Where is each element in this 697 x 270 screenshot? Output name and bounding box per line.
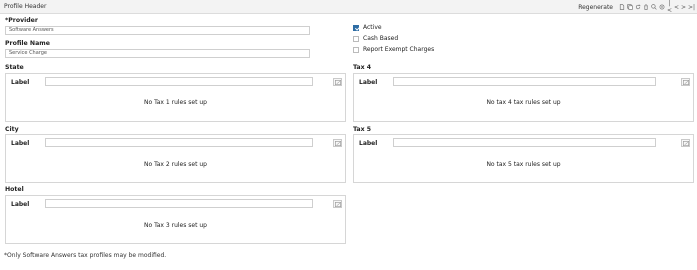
profile-header-bar: Profile Header Regenerate |< < > >| (0, 0, 697, 14)
active-checkbox-row[interactable]: Active (353, 24, 382, 31)
edit-icon[interactable] (681, 78, 690, 86)
active-checkbox[interactable] (353, 24, 359, 31)
tax5-empty-message: No tax 5 tax rules set up (486, 161, 561, 168)
last-record-button[interactable]: >| (688, 4, 695, 11)
hotel-label-caption: Label (11, 201, 30, 208)
state-section-title: State (5, 64, 24, 71)
report-exempt-label: Report Exempt Charges (363, 46, 435, 53)
hotel-empty-message: No Tax 3 rules set up (144, 222, 207, 229)
copy-icon[interactable] (627, 4, 633, 10)
city-empty-message: No Tax 2 rules set up (144, 161, 207, 168)
cash-based-checkbox[interactable] (353, 35, 359, 42)
active-label: Active (363, 24, 382, 31)
settings-icon[interactable] (659, 4, 665, 10)
prev-record-button[interactable]: < (674, 4, 679, 11)
city-tax-panel: Label No Tax 2 rules set up (5, 134, 346, 183)
tax4-tax-panel: Label No tax 4 tax rules set up (353, 73, 694, 122)
edit-icon[interactable] (681, 139, 690, 147)
tax5-tax-panel: Label No tax 5 tax rules set up (353, 134, 694, 183)
hotel-tax-panel: Label No Tax 3 rules set up (5, 195, 346, 244)
state-label-input[interactable] (45, 77, 313, 86)
profile-name-label: Profile Name (5, 40, 50, 47)
report-exempt-checkbox[interactable] (353, 46, 359, 53)
tax5-label-input[interactable] (393, 138, 656, 147)
header-toolbar: Regenerate |< < > >| (578, 0, 695, 14)
state-label-caption: Label (11, 79, 30, 86)
page-title: Profile Header (4, 3, 47, 10)
profile-name-field[interactable]: Service Charge (5, 49, 310, 58)
profile-header-page: Profile Header Regenerate |< < > >| *Pro… (0, 0, 697, 270)
tax4-empty-message: No tax 4 tax rules set up (486, 99, 561, 106)
city-section-title: City (5, 126, 19, 133)
search-icon[interactable] (651, 4, 657, 10)
footnote: *Only Software Answers tax profiles may … (4, 252, 167, 259)
first-record-button[interactable]: |< (667, 0, 672, 14)
hotel-label-input[interactable] (45, 199, 313, 208)
city-label-input[interactable] (45, 138, 313, 147)
new-doc-icon[interactable] (619, 4, 625, 10)
hotel-section-title: Hotel (5, 186, 24, 193)
tax5-section-title: Tax 5 (353, 126, 372, 133)
refresh-icon[interactable] (635, 4, 641, 10)
report-exempt-checkbox-row[interactable]: Report Exempt Charges (353, 46, 434, 53)
provider-label: *Provider (5, 17, 38, 24)
edit-icon[interactable] (333, 200, 342, 208)
provider-field[interactable]: Software Answers (5, 26, 310, 35)
next-record-button[interactable]: > (681, 4, 686, 11)
cash-based-label: Cash Based (363, 35, 399, 42)
tax4-label-input[interactable] (393, 77, 656, 86)
cash-based-checkbox-row[interactable]: Cash Based (353, 35, 398, 42)
tax5-label-caption: Label (359, 140, 378, 147)
state-tax-panel: Label No Tax 1 rules set up (5, 73, 346, 122)
edit-icon[interactable] (333, 139, 342, 147)
edit-icon[interactable] (333, 78, 342, 86)
tax4-section-title: Tax 4 (353, 64, 372, 71)
city-label-caption: Label (11, 140, 30, 147)
delete-icon[interactable] (643, 4, 649, 10)
regenerate-button[interactable]: Regenerate (578, 4, 613, 11)
tax4-label-caption: Label (359, 79, 378, 86)
state-empty-message: No Tax 1 rules set up (144, 99, 207, 106)
